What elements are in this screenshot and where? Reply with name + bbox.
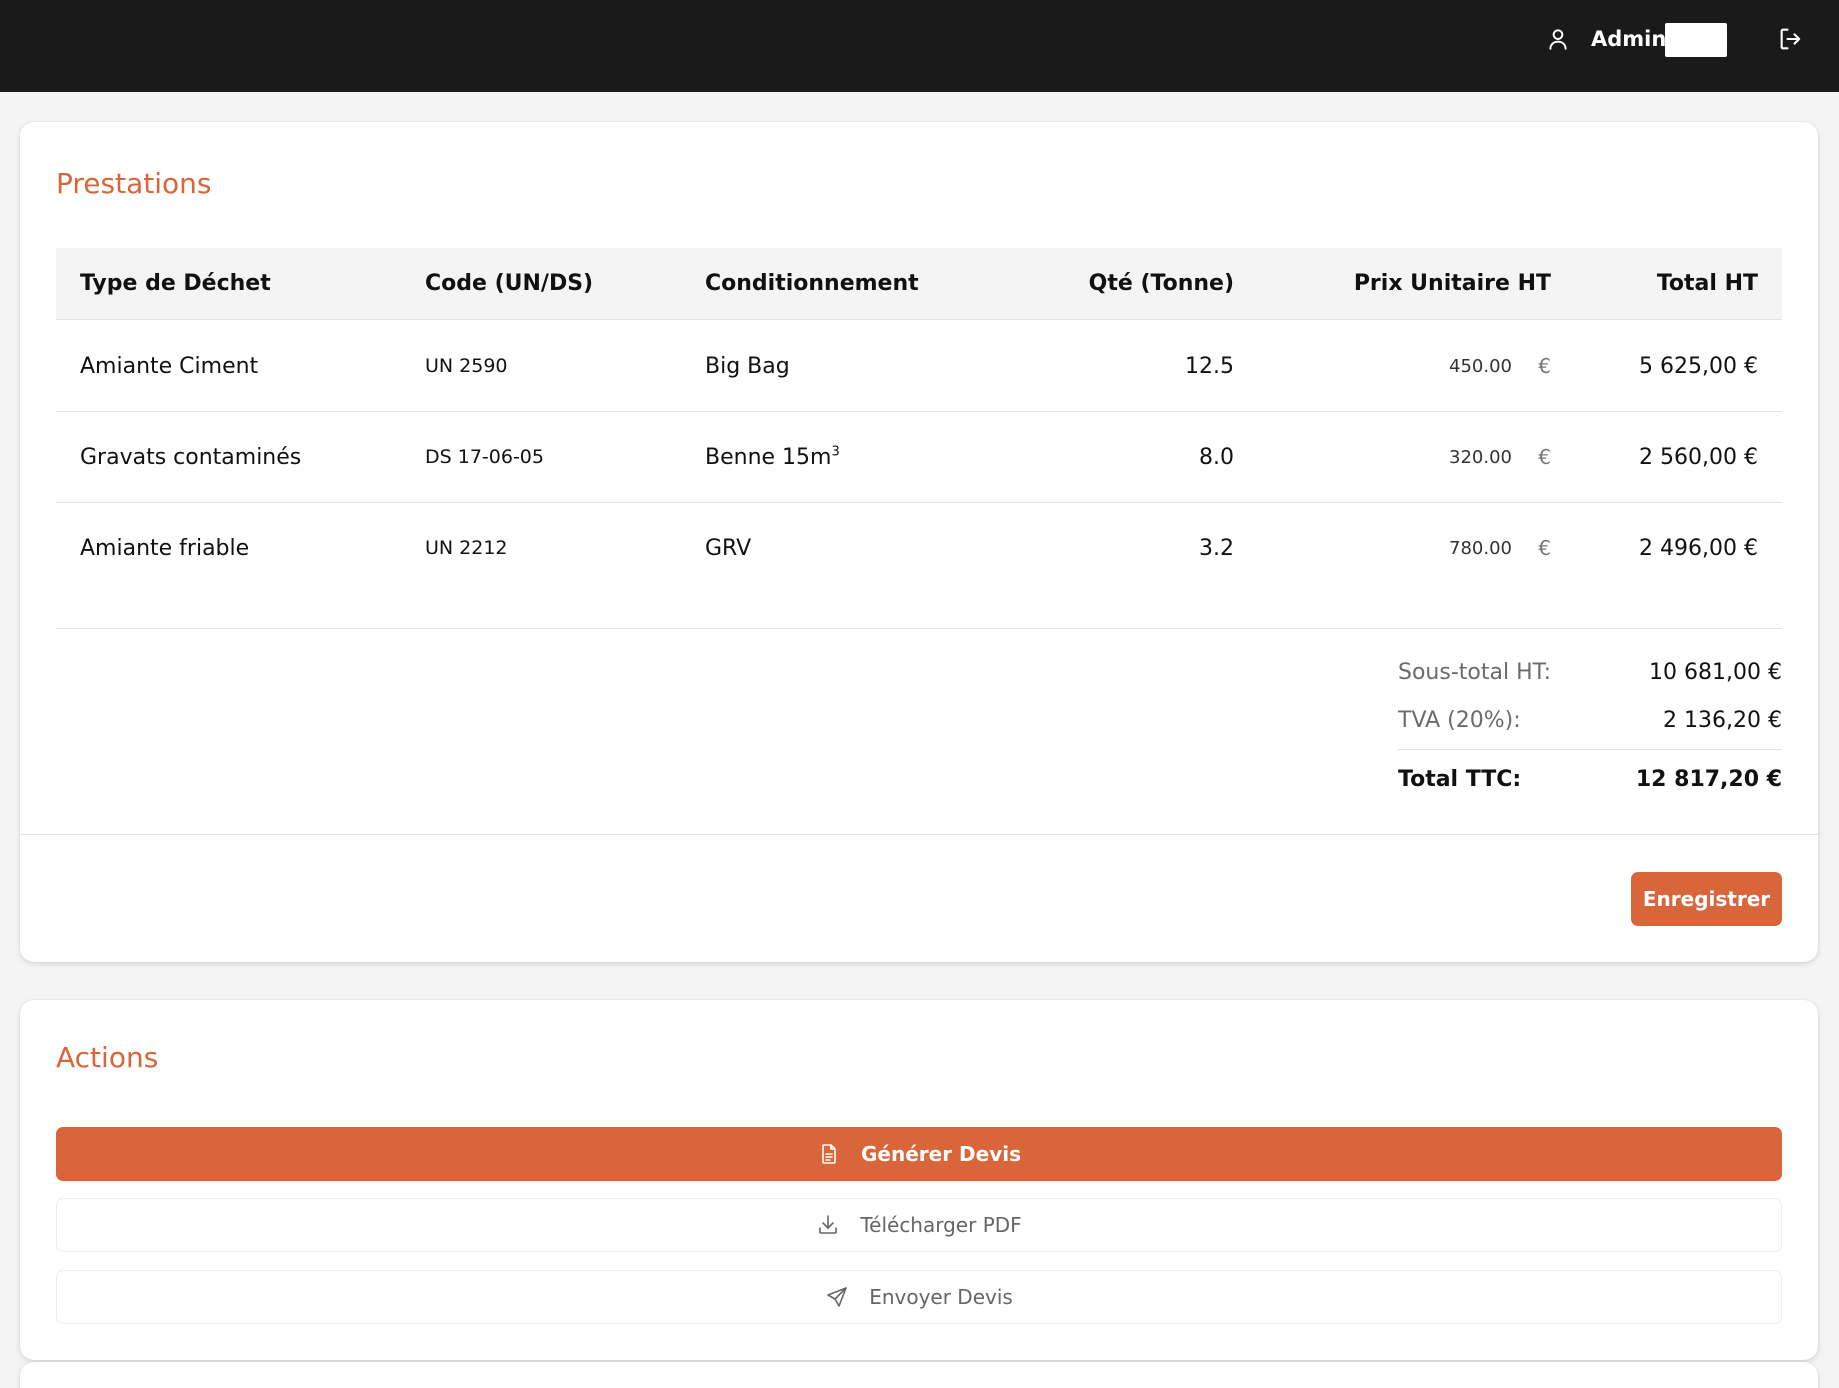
cell-prix: 780.00 [1449,538,1512,559]
subtotal-label: Sous-total HT: [1398,660,1552,685]
cell-currency: € [1538,536,1551,560]
total-ttc-label: Total TTC: [1398,767,1522,792]
logout-icon[interactable] [1777,25,1805,53]
cell-prix: 320.00 [1449,447,1512,468]
subtotal-value: 10 681,00 € [1649,660,1782,685]
cell-conditionnement: Benne 15m3 [705,444,840,470]
total-divider [1398,749,1782,750]
column-header-qte: Qté (Tonne) [1088,271,1234,296]
cell-code: UN 2590 [425,355,508,377]
cell-qte: 3.2 [1199,536,1234,561]
summary-divider [56,628,1782,629]
send-icon [827,1287,847,1307]
cell-total: 2 560,00 € [1639,445,1758,470]
table-row: Gravats contaminés DS 17-06-05 Benne 15m… [56,412,1782,503]
top-bar: Admin [0,0,1839,92]
cell-code: UN 2212 [425,537,508,559]
actions-title: Actions [56,1041,159,1074]
cell-conditionnement: Big Bag [705,354,790,379]
card-footer-divider [20,834,1818,835]
send-quote-label: Envoyer Devis [869,1285,1013,1309]
generate-quote-button[interactable]: Générer Devis [56,1127,1782,1181]
prestations-card: Prestations Type de Déchet Code (UN/DS) … [20,122,1818,962]
cell-conditionnement: GRV [705,536,752,561]
actions-card: Actions Générer Devis Télécharger PDF En… [20,1000,1818,1360]
column-header-type: Type de Déchet [80,271,271,296]
user-icon [1549,29,1567,50]
user-badge [1665,23,1727,57]
table-row: Amiante friable UN 2212 GRV 3.2 780.00 €… [56,503,1782,594]
cell-currency: € [1538,354,1551,378]
send-quote-button[interactable]: Envoyer Devis [56,1270,1782,1324]
tva-value: 2 136,20 € [1663,708,1782,733]
download-pdf-button[interactable]: Télécharger PDF [56,1198,1782,1252]
column-header-total: Total HT [1656,271,1758,296]
download-icon [819,1215,838,1234]
cell-currency: € [1538,445,1551,469]
save-button[interactable]: Enregistrer [1631,872,1782,926]
cell-total: 2 496,00 € [1639,536,1758,561]
cell-type: Amiante Ciment [80,354,259,379]
cell-qte: 8.0 [1199,445,1234,470]
tva-label: TVA (20%): [1398,708,1521,733]
total-ttc-value: 12 817,20 € [1635,767,1782,792]
document-icon [822,1144,836,1164]
next-card [20,1362,1818,1388]
table-row: Amiante Ciment UN 2590 Big Bag 12.5 450.… [56,321,1782,412]
cell-type: Gravats contaminés [80,445,302,470]
cell-prix: 450.00 [1449,356,1512,377]
cell-code: DS 17-06-05 [425,446,544,468]
column-header-prix: Prix Unitaire HT [1353,271,1551,296]
cell-total: 5 625,00 € [1639,354,1758,379]
table-header: Type de Déchet Code (UN/DS) Conditionnem… [56,248,1782,320]
column-header-code: Code (UN/DS) [425,271,594,296]
download-pdf-label: Télécharger PDF [860,1213,1022,1237]
cell-type: Amiante friable [80,536,250,561]
generate-quote-label: Générer Devis [861,1142,1021,1166]
prestations-title: Prestations [56,167,212,200]
column-header-conditionnement: Conditionnement [705,271,919,296]
cell-qte: 12.5 [1185,354,1234,379]
user-name: Admin [1591,27,1667,51]
